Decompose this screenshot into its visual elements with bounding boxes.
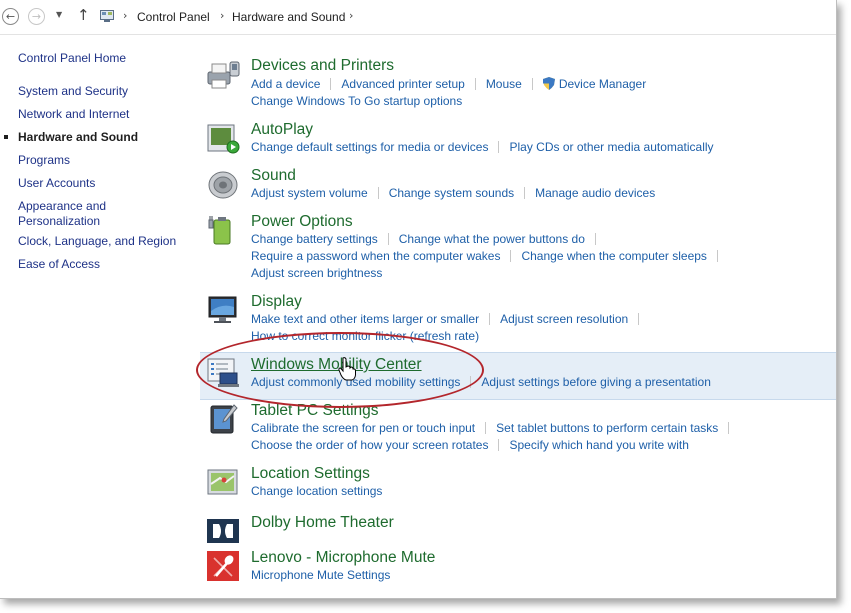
tablet-buttons-link[interactable]: Set tablet buttons to perform certain ta… (496, 421, 718, 435)
screen-rotation-order-link[interactable]: Choose the order of how your screen rota… (251, 438, 488, 452)
power-options-title[interactable]: Power Options (251, 212, 353, 232)
power-links-row-2: Require a password when the computer wak… (251, 249, 728, 264)
hand-cursor-icon (338, 357, 356, 381)
location-icon (207, 469, 238, 495)
autoplay-title[interactable]: AutoPlay (251, 120, 313, 140)
tablet-links-row-1: Calibrate the screen for pen or touch in… (251, 421, 739, 436)
mouse-link[interactable]: Mouse (486, 77, 522, 91)
sidebar-item-programs[interactable]: Programs (18, 153, 70, 168)
power-buttons-link[interactable]: Change what the power buttons do (399, 232, 585, 246)
computer-sleeps-link[interactable]: Change when the computer sleeps (521, 249, 706, 263)
up-arrow-icon[interactable]: ↑ (77, 6, 90, 24)
shield-icon (542, 77, 555, 90)
sidebar: Control Panel Home System and Security N… (0, 34, 195, 594)
manage-audio-devices-link[interactable]: Manage audio devices (535, 186, 655, 200)
device-manager-link[interactable]: Device Manager (559, 77, 646, 91)
writing-hand-link[interactable]: Specify which hand you write with (509, 438, 688, 452)
breadcrumb-control-panel[interactable]: Control Panel (137, 10, 210, 24)
display-links-row-1: Make text and other items larger or smal… (251, 312, 649, 327)
sidebar-item-control-panel-home[interactable]: Control Panel Home (18, 51, 126, 66)
breadcrumb-hardware-and-sound[interactable]: Hardware and Sound (232, 10, 345, 24)
speaker-icon (208, 171, 238, 199)
current-section-bullet (4, 135, 8, 139)
play-cds-automatically-link[interactable]: Play CDs or other media automatically (509, 140, 713, 154)
control-panel-window: ← → ▼ ↑ › Control Panel › Hardware and S… (0, 0, 837, 599)
devices-links-row-1: Add a device Advanced printer setup Mouse D… (251, 77, 646, 92)
adjust-screen-brightness-link[interactable]: Adjust screen brightness (251, 266, 382, 280)
sidebar-item-hardware-and-sound: Hardware and Sound (18, 130, 139, 144)
adjust-system-volume-link[interactable]: Adjust system volume (251, 186, 368, 200)
breadcrumb-chevron-icon[interactable]: › (349, 9, 353, 22)
dolby-icon (207, 519, 239, 543)
address-bar: ← → ▼ ↑ › Control Panel › Hardware and S… (0, 0, 836, 35)
windows-to-go-link[interactable]: Change Windows To Go startup options (251, 94, 462, 108)
back-button[interactable]: ← (2, 8, 19, 25)
sidebar-item-user-accounts[interactable]: User Accounts (18, 176, 95, 191)
control-panel-icon (100, 10, 114, 22)
autoplay-links-row: Change default settings for media or dev… (251, 140, 714, 155)
location-links-row: Change location settings (251, 484, 382, 499)
sidebar-item-appearance[interactable]: Appearance and (18, 199, 106, 214)
sidebar-item-clock-language-region[interactable]: Clock, Language, and Region (18, 234, 176, 249)
autoplay-icon (207, 124, 240, 154)
battery-plug-icon (208, 216, 231, 245)
change-location-settings-link[interactable]: Change location settings (251, 484, 382, 498)
lenovo-links-row: Microphone Mute Settings (251, 568, 390, 583)
recent-locations-dropdown-icon[interactable]: ▼ (56, 10, 62, 19)
devices-and-printers-title[interactable]: Devices and Printers (251, 56, 394, 76)
breadcrumb-chevron-icon: › (220, 9, 225, 22)
change-battery-settings-link[interactable]: Change battery settings (251, 232, 378, 246)
change-system-sounds-link[interactable]: Change system sounds (389, 186, 514, 200)
adjust-screen-resolution-link[interactable]: Adjust screen resolution (500, 312, 628, 326)
lenovo-microphone-mute-title[interactable]: Lenovo - Microphone Mute (251, 548, 435, 568)
advanced-printer-setup-link[interactable]: Advanced printer setup (341, 77, 464, 91)
sidebar-item-ease-of-access[interactable]: Ease of Access (18, 257, 100, 272)
devices-links-row-2: Change Windows To Go startup options (251, 94, 462, 109)
forward-button[interactable]: → (28, 8, 45, 25)
tablet-links-row-2: Choose the order of how your screen rota… (251, 438, 689, 453)
sidebar-item-system-and-security[interactable]: System and Security (18, 84, 128, 99)
breadcrumb-chevron-icon: › (123, 9, 128, 22)
power-links-row-1: Change battery settings Change what the p… (251, 232, 606, 247)
presentation-settings-link[interactable]: Adjust settings before giving a presenta… (481, 375, 710, 389)
printer-icon (207, 61, 240, 89)
sound-links-row: Adjust system volume Change system sounds… (251, 186, 655, 201)
sidebar-item-network-and-internet[interactable]: Network and Internet (18, 107, 129, 122)
require-password-link[interactable]: Require a password when the computer wak… (251, 249, 500, 263)
text-size-link[interactable]: Make text and other items larger or smal… (251, 312, 479, 326)
sidebar-item-personalization[interactable]: Personalization (18, 214, 100, 229)
power-links-row-3: Adjust screen brightness (251, 266, 382, 281)
display-title[interactable]: Display (251, 292, 302, 312)
microphone-mute-settings-link[interactable]: Microphone Mute Settings (251, 568, 390, 582)
calibrate-screen-link[interactable]: Calibrate the screen for pen or touch in… (251, 421, 475, 435)
sound-title[interactable]: Sound (251, 166, 296, 186)
microphone-mute-icon (207, 551, 239, 581)
default-media-settings-link[interactable]: Change default settings for media or dev… (251, 140, 488, 154)
monitor-icon (208, 296, 237, 323)
dolby-home-theater-title[interactable]: Dolby Home Theater (251, 513, 394, 533)
add-a-device-link[interactable]: Add a device (251, 77, 320, 91)
tablet-pen-icon (210, 404, 238, 434)
location-settings-title[interactable]: Location Settings (251, 464, 370, 484)
